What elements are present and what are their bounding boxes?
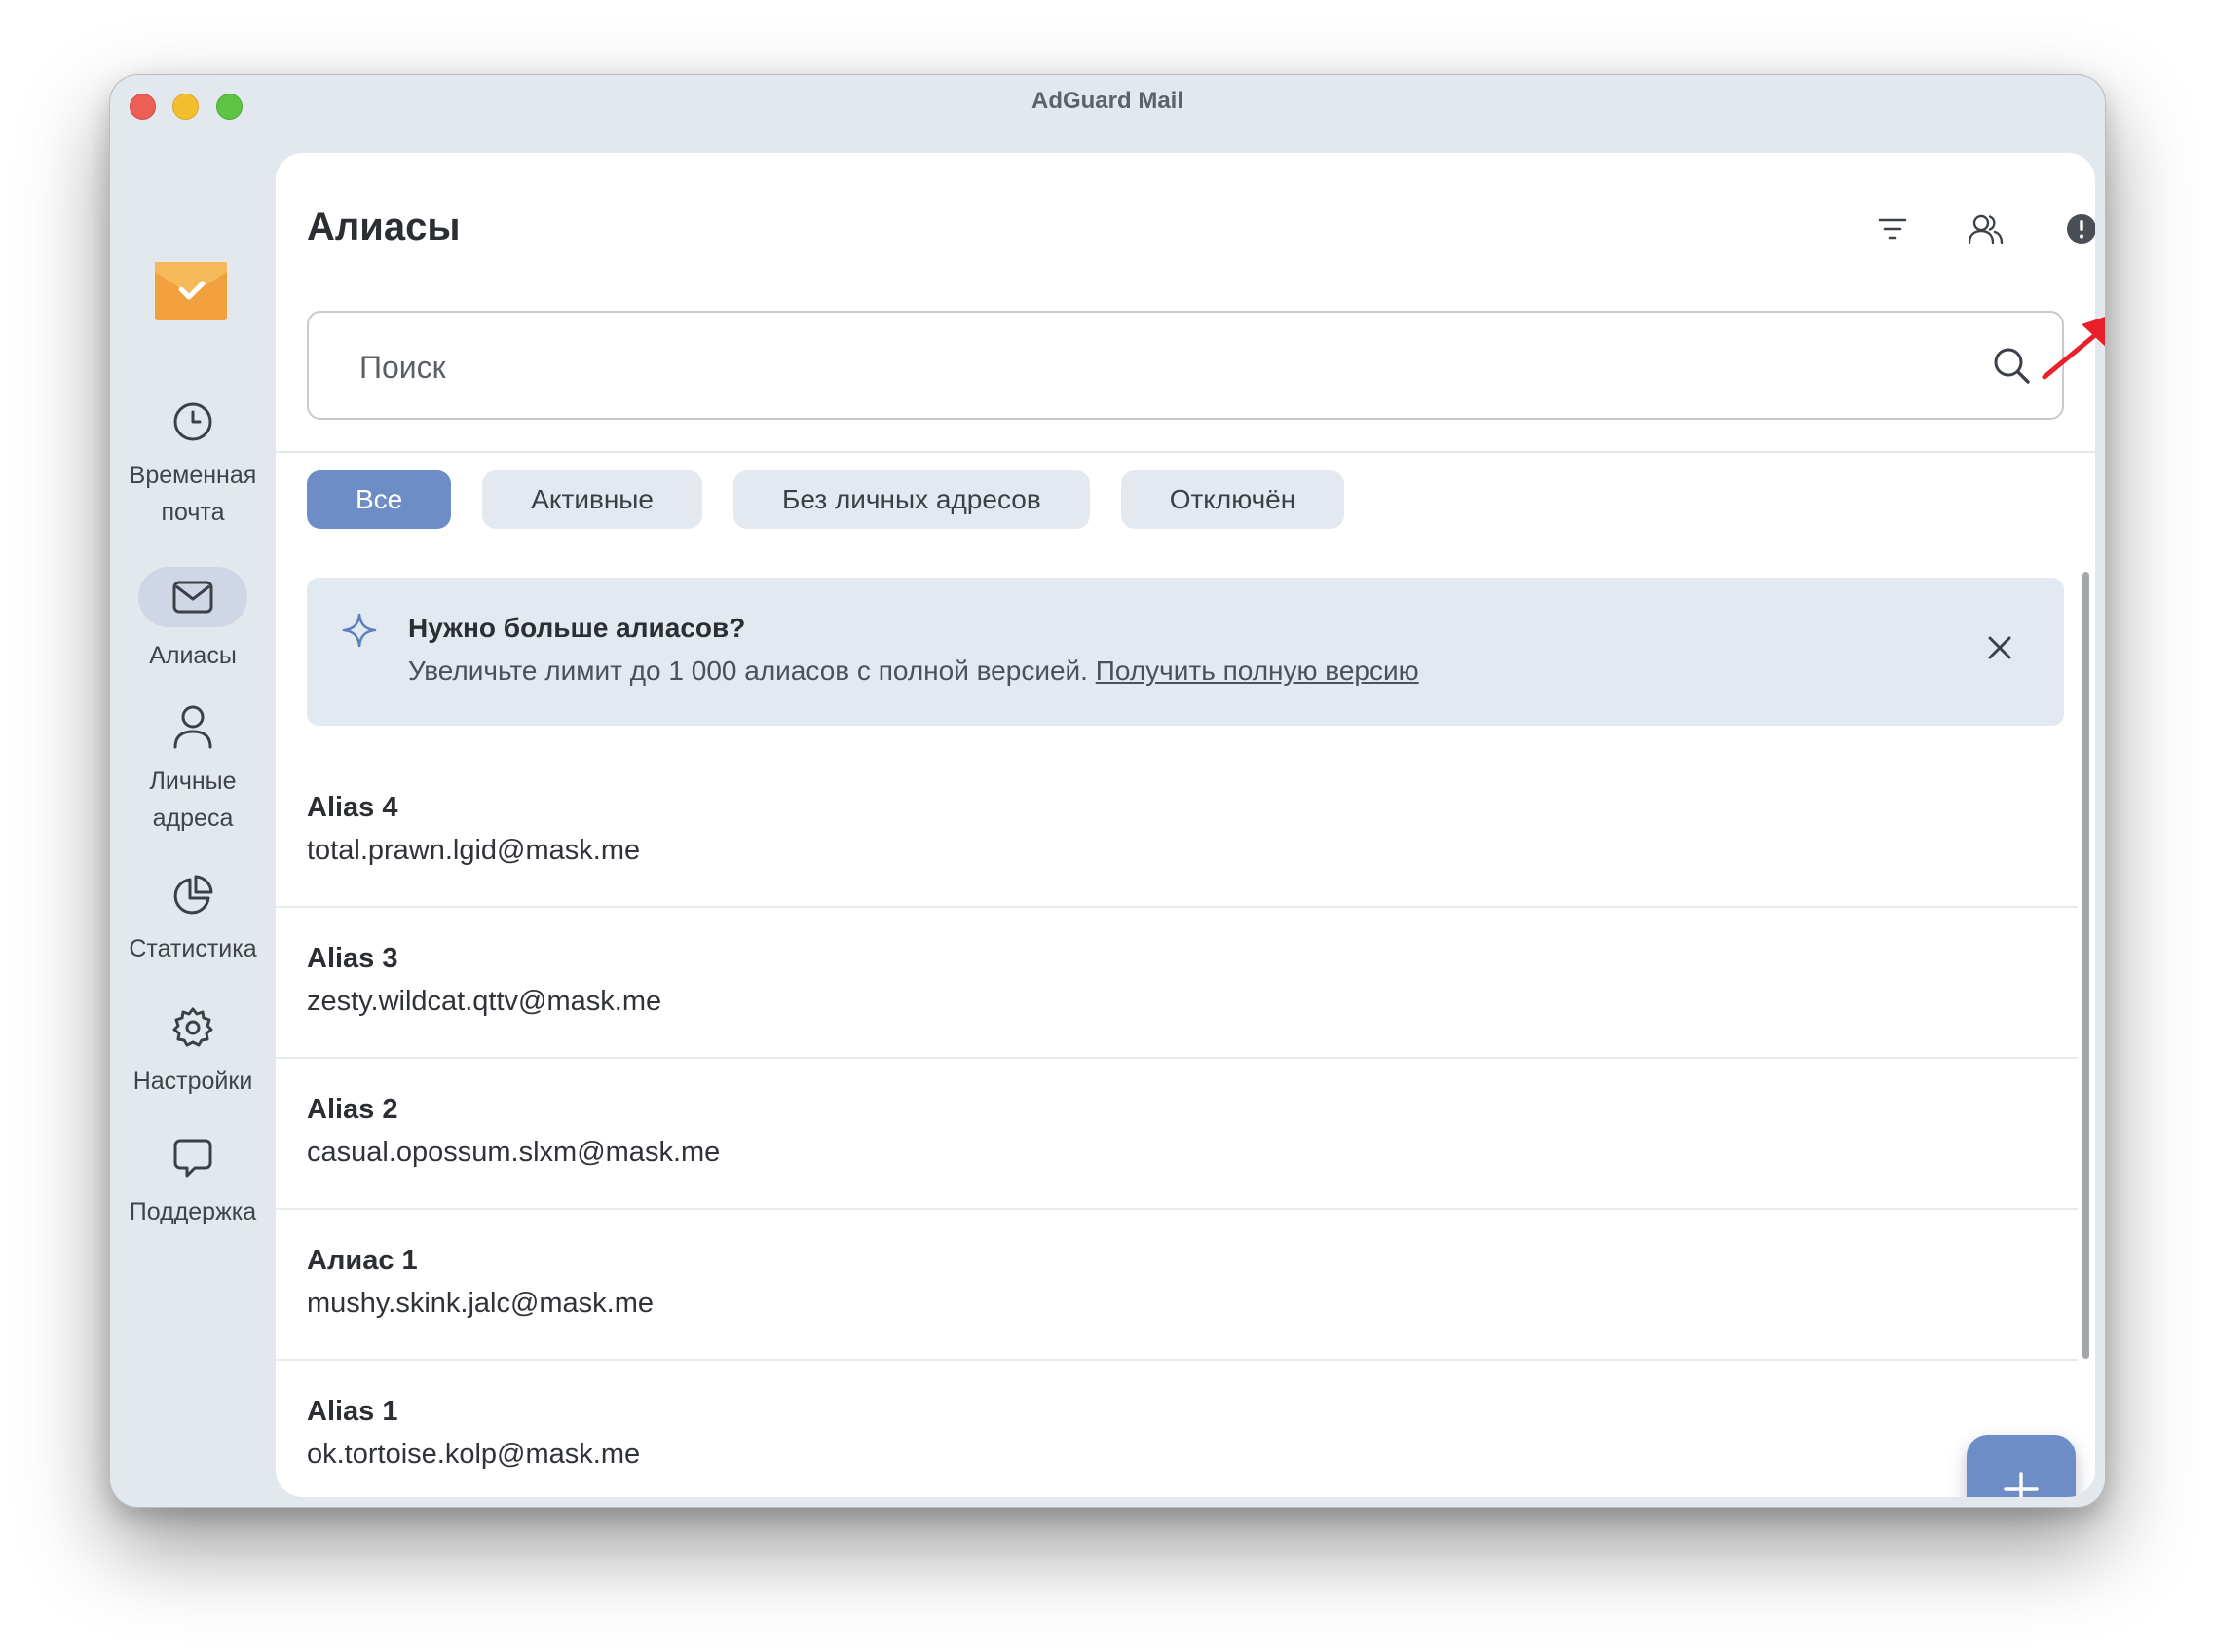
users-button[interactable] [1959,202,2013,256]
banner-message: Увеличьте лимит до 1 000 алиасов с полно… [408,656,1088,686]
chip-active[interactable]: Активные [482,470,702,529]
add-alias-button[interactable] [1967,1435,2076,1497]
title-bar: AdGuard Mail [110,75,2105,153]
adguard-mail-logo-icon [155,262,227,320]
sidebar-item-label: Настройки [132,1068,253,1095]
chip-no-personal-addresses[interactable]: Без личных адресов [733,470,1090,529]
search-input[interactable] [357,340,1916,394]
banner-text: Увеличьте лимит до 1 000 алиасов с полно… [408,656,1419,687]
search-box [307,311,2064,420]
page-title: Алиасы [307,206,461,248]
filter-icon [1878,218,1907,240]
alias-list: Alias 4 total.prawn.lgid@mask.me Alias 3… [276,757,2078,1497]
get-full-version-link[interactable]: Получить полную версию [1096,656,1419,686]
sparkle-icon [342,613,377,648]
search-icon[interactable] [1992,346,2031,385]
header-divider [276,451,2095,453]
sidebar-item-label: Алиасы [149,642,237,669]
chip-disabled[interactable]: Отключён [1120,470,1345,529]
alias-name: Alias 3 [307,943,398,974]
main-panel: Алиасы Поиск Все Активные Без личных адр… [276,153,2095,1497]
sidebar-item-label: Временная почта [129,462,257,526]
pie-chart-icon [173,875,213,915]
alert-button[interactable] [2054,202,2095,256]
users-icon [1969,214,2004,244]
sidebar-item-settings[interactable]: Настройки [110,1006,276,1100]
sidebar: Временная почта Алиасы Личные адреса Ста… [110,153,276,1507]
sidebar-item-label: Поддержка [129,1198,257,1225]
alias-email: casual.opossum.slxm@mask.me [307,1137,721,1168]
upgrade-banner: Нужно больше алиасов? Увеличьте лимит до… [307,578,2064,726]
list-item[interactable]: Alias 3 zesty.wildcat.qttv@mask.me [276,908,2078,1059]
list-scrollbar[interactable] [2082,572,2089,1359]
alias-name: Алиас 1 [307,1245,418,1276]
list-item[interactable]: Алиас 1 mushy.skink.jalc@mask.me [276,1210,2078,1361]
alias-name: Alias 2 [307,1094,398,1125]
app-window: AdGuard Mail Временная почта Алиасы Личн… [109,74,2106,1508]
filter-chips: Все Активные Без личных адресов Отключён [307,470,1345,529]
window-title: AdGuard Mail [1031,88,1183,114]
list-item[interactable]: Alias 2 casual.opossum.slxm@mask.me [276,1059,2078,1210]
sidebar-item-statistics[interactable]: Статистика [110,874,276,967]
alias-email: ok.tortoise.kolp@mask.me [307,1439,641,1470]
plus-icon [2004,1472,2039,1497]
annotation-arrow-icon [2042,317,2105,380]
close-icon[interactable] [1986,634,2013,661]
alias-email: total.prawn.lgid@mask.me [307,835,641,866]
sidebar-item-aliases[interactable]: Алиасы [110,567,276,674]
sidebar-item-label: Статистика [129,935,257,962]
clock-icon [173,402,212,441]
chat-bubble-icon [173,1139,212,1178]
sidebar-item-support[interactable]: Поддержка [110,1137,276,1230]
sidebar-item-temp-mail[interactable]: Временная почта [110,400,276,531]
chip-all[interactable]: Все [307,470,452,529]
envelope-icon [172,581,213,614]
alias-name: Alias 1 [307,1396,398,1427]
list-item[interactable]: Alias 4 total.prawn.lgid@mask.me [276,757,2078,908]
person-icon [173,705,212,749]
gear-icon [172,1007,213,1047]
alert-circle-icon [2067,214,2095,244]
alias-email: zesty.wildcat.qttv@mask.me [307,986,662,1017]
list-item[interactable]: Alias 1 ok.tortoise.kolp@mask.me [276,1361,2078,1497]
sidebar-item-label: Личные адреса [149,768,237,832]
alias-name: Alias 4 [307,792,398,823]
sidebar-item-personal-addresses[interactable]: Личные адреса [110,704,276,837]
sidebar-item-highlight [138,567,247,627]
banner-title: Нужно больше алиасов? [408,613,746,643]
alias-email: mushy.skink.jalc@mask.me [307,1288,655,1319]
filter-button[interactable] [1865,202,1920,256]
